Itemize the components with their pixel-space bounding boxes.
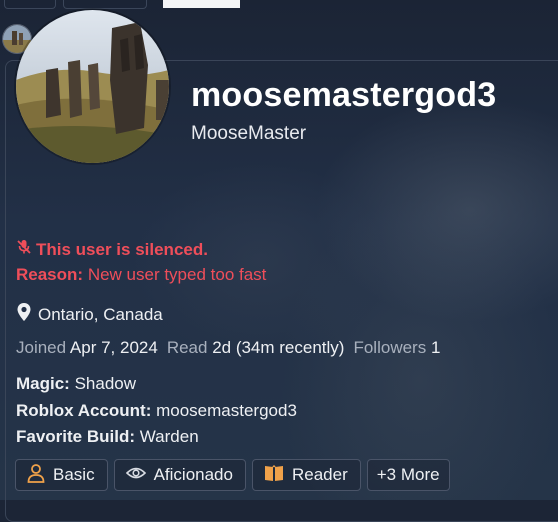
badge-reader[interactable]: Reader bbox=[251, 459, 361, 491]
map-pin-icon bbox=[16, 302, 32, 327]
followers-stat[interactable]: Followers 1 bbox=[353, 338, 440, 358]
location-text: Ontario, Canada bbox=[38, 304, 163, 324]
badge-basic[interactable]: Basic bbox=[15, 459, 108, 491]
more-badges-button[interactable]: +3 More bbox=[366, 459, 450, 491]
silenced-notice: This user is silenced. bbox=[16, 239, 208, 260]
badge-label: +3 More bbox=[376, 465, 440, 484]
joined-label: Joined bbox=[16, 338, 67, 357]
badge-aficionado[interactable]: Aficionado bbox=[113, 459, 246, 491]
user-icon bbox=[27, 463, 45, 488]
field-value: moosemastergod3 bbox=[156, 400, 297, 420]
field-label: Favorite Build: bbox=[16, 427, 136, 446]
read-value: 2d (34m recently) bbox=[212, 338, 345, 357]
field-value: Shadow bbox=[74, 374, 137, 393]
joined-value: Apr 7, 2024 bbox=[69, 338, 158, 357]
book-icon bbox=[264, 464, 284, 487]
top-tab[interactable] bbox=[63, 0, 147, 9]
badge-list: Basic Aficionado Reader +3 More bbox=[15, 459, 450, 491]
reason-label: Reason: bbox=[16, 265, 84, 284]
custom-field-magic: Magic: Shadow bbox=[16, 373, 297, 400]
user-stats: Joined Apr 7, 2024 Read 2d (34m recently… bbox=[16, 338, 440, 358]
followers-label: Followers bbox=[353, 338, 427, 357]
avatar[interactable] bbox=[16, 10, 169, 163]
badge-label: Basic bbox=[53, 465, 95, 484]
joined-stat: Joined Apr 7, 2024 bbox=[16, 338, 158, 358]
top-tab[interactable] bbox=[4, 0, 56, 9]
silenced-text: This user is silenced. bbox=[36, 239, 208, 259]
display-name: MooseMaster bbox=[191, 123, 307, 144]
microphone-slash-icon bbox=[16, 239, 32, 260]
custom-field-roblox-account: Roblox Account: moosemastergod3 bbox=[16, 400, 297, 427]
location: Ontario, Canada bbox=[16, 302, 163, 327]
followers-value: 1 bbox=[430, 338, 441, 357]
read-stat: Read 2d (34m recently) bbox=[167, 338, 345, 358]
silence-reason: Reason: New user typed too fast bbox=[16, 265, 266, 285]
custom-fields: Magic: Shadow Roblox Account: moosemaste… bbox=[16, 373, 297, 453]
field-value: Warden bbox=[139, 427, 199, 446]
badge-label: Aficionado bbox=[153, 465, 233, 484]
username: moosemastergod3 bbox=[191, 76, 497, 114]
badge-label: Reader bbox=[291, 465, 348, 484]
top-tab-active[interactable] bbox=[163, 0, 240, 8]
field-label: Magic: bbox=[16, 374, 70, 393]
custom-field-favorite-build: Favorite Build: Warden bbox=[16, 426, 297, 453]
eye-icon bbox=[125, 465, 146, 485]
field-label: Roblox Account: bbox=[16, 400, 152, 420]
read-label: Read bbox=[166, 338, 208, 357]
reason-text: New user typed too fast bbox=[87, 265, 267, 284]
